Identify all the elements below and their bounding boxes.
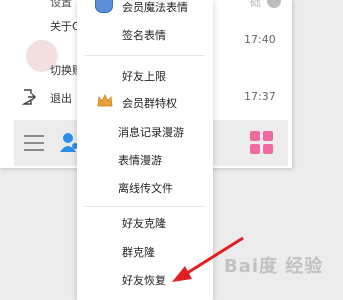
vip-submenu: 会员魔法表情 签名表情 好友上限 会员群特权 消息记录漫游 表情漫游 离线传文件… <box>77 0 213 300</box>
menu-item-message-roaming[interactable]: 消息记录漫游 <box>118 124 184 140</box>
menu-item-vip-magic-emoji[interactable]: 会员魔法表情 <box>122 0 188 15</box>
divider <box>85 55 205 56</box>
exit-icon <box>22 89 36 105</box>
menu-item-signature-emoji[interactable]: 签名表情 <box>122 27 166 43</box>
partial-text: 础 <box>250 0 261 9</box>
menu-item-settings[interactable]: 设置 <box>50 0 72 10</box>
divider <box>85 206 205 207</box>
main-menu-icon[interactable] <box>24 133 44 153</box>
menu-item-exit[interactable]: 退出 <box>50 90 72 106</box>
menu-item-group-clone[interactable]: 群克隆 <box>122 244 155 260</box>
watermark: Bai度 经验 <box>224 256 324 277</box>
magic-emoji-icon <box>95 0 113 13</box>
menu-item-offline-file[interactable]: 离线传文件 <box>118 180 173 196</box>
app-manager-icon[interactable] <box>250 131 274 155</box>
menu-item-emoji-roaming[interactable]: 表情漫游 <box>118 152 162 168</box>
crown-icon <box>97 94 113 107</box>
menu-item-friend-clone[interactable]: 好友克隆 <box>122 215 166 231</box>
menu-item-friend-restore[interactable]: 好友恢复 <box>122 272 166 288</box>
menu-item-friend-limit[interactable]: 好友上限 <box>122 68 166 84</box>
timestamp: 17:37 <box>244 90 276 103</box>
menu-item-vip-group-privilege[interactable]: 会员群特权 <box>122 95 177 111</box>
timestamp: 17:40 <box>244 33 276 46</box>
